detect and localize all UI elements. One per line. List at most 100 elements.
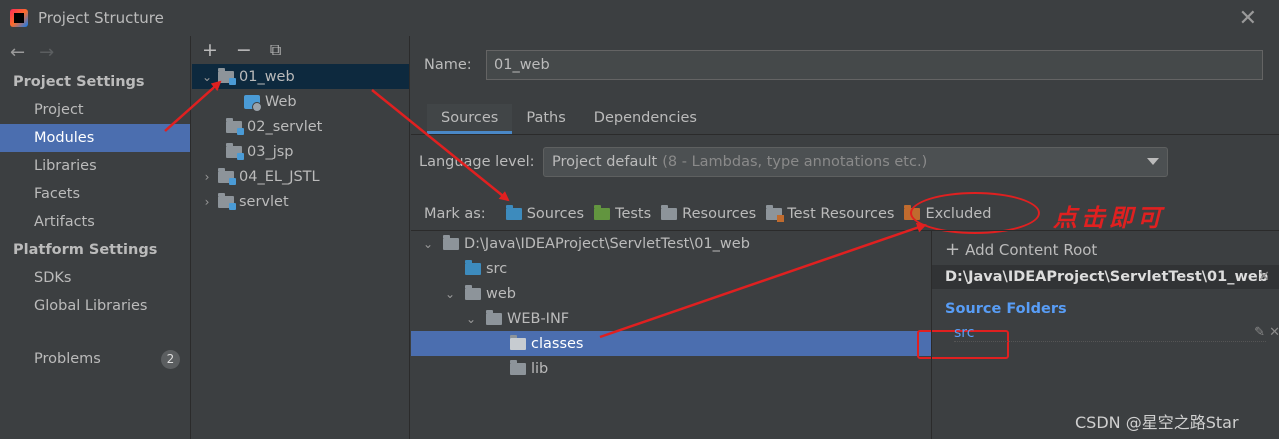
mark-excluded-label: Excluded	[925, 206, 992, 222]
tree-row-src[interactable]: src	[411, 256, 931, 281]
web-facet-icon	[244, 94, 262, 112]
module-details-panel: Name: 01_web Sources Paths Dependencies …	[411, 36, 1279, 439]
tree-row-classes[interactable]: classes	[411, 331, 931, 356]
copy-module-button[interactable]: ⧉	[270, 40, 281, 60]
annotation-text: 点击即可	[1053, 203, 1165, 232]
language-level-value: Project default	[552, 154, 658, 170]
tabs-divider	[411, 134, 1279, 135]
tree-row-servlet[interactable]: › servlet	[192, 189, 409, 214]
tree-row-label: src	[486, 260, 508, 277]
module-folder-icon	[218, 167, 236, 185]
tree-row-content-root[interactable]: ⌄ D:\Java\IDEAProject\ServletTest\01_web	[411, 231, 931, 256]
tab-paths[interactable]: Paths	[512, 104, 579, 134]
tree-row-01-web[interactable]: ⌄ 01_web	[192, 64, 409, 89]
folder-icon	[443, 234, 459, 250]
folder-icon	[510, 359, 526, 375]
watermark: CSDN @星空之路Star	[1075, 413, 1239, 432]
nav-section-platform-settings: Platform Settings	[13, 242, 158, 258]
nav-item-libraries[interactable]: Libraries	[0, 152, 190, 180]
source-folder-label: src	[954, 325, 975, 341]
tree-row-lib[interactable]: lib	[411, 356, 931, 381]
problems-label: Problems	[34, 351, 101, 367]
window-title: Project Structure	[38, 9, 164, 27]
chevron-down-icon[interactable]: ⌄	[443, 287, 457, 301]
settings-nav: ← → Project Settings Project Modules Lib…	[0, 36, 191, 439]
chevron-down-icon[interactable]: ⌄	[464, 312, 478, 326]
tree-row-label: Web	[265, 93, 297, 110]
remove-module-button[interactable]: −	[236, 39, 252, 61]
tree-row-web[interactable]: ⌄ web	[411, 281, 931, 306]
mark-as-label: Mark as:	[424, 206, 486, 222]
language-level-label: Language level:	[419, 154, 535, 170]
nav-history: ← →	[0, 36, 190, 68]
chevron-down-icon[interactable]: ⌄	[200, 70, 214, 84]
nav-item-project[interactable]: Project	[0, 96, 190, 124]
nav-item-global-libraries[interactable]: Global Libraries	[0, 292, 190, 320]
mark-test-resources-button[interactable]: Test Resources	[766, 205, 895, 222]
tree-row-04-el-jstl[interactable]: › 04_EL_JSTL	[192, 164, 409, 189]
nav-item-modules[interactable]: Modules	[0, 124, 190, 152]
tab-sources[interactable]: Sources	[427, 104, 513, 134]
mark-excluded-button[interactable]: Excluded	[904, 205, 992, 222]
mark-sources-label: Sources	[526, 206, 585, 222]
content-root-path: D:\Java\IDEAProject\ServletTest\01_web	[945, 269, 1269, 285]
mark-resources-button[interactable]: Resources	[661, 205, 756, 222]
module-folder-icon	[226, 142, 244, 160]
add-module-button[interactable]: +	[202, 39, 218, 61]
add-content-root-button[interactable]: + Add Content Root	[945, 239, 1097, 260]
back-arrow-icon[interactable]: ←	[10, 42, 25, 63]
content-root-header: D:\Java\IDEAProject\ServletTest\01_web ✕	[932, 265, 1279, 289]
tree-row-label: 02_servlet	[247, 118, 323, 135]
sources-folder-icon	[465, 259, 481, 275]
sources-folder-icon	[505, 205, 522, 220]
tree-row-label: WEB-INF	[507, 310, 570, 327]
nav-item-artifacts[interactable]: Artifacts	[0, 208, 190, 236]
tree-row-label: 04_EL_JSTL	[239, 168, 320, 185]
module-folder-icon	[218, 192, 236, 210]
close-icon[interactable]: ✕	[1239, 6, 1257, 31]
chevron-right-icon[interactable]: ›	[200, 170, 214, 184]
module-folder-icon	[218, 67, 236, 85]
forward-arrow-icon[interactable]: →	[39, 42, 54, 63]
module-folder-icon	[226, 117, 244, 135]
dropdown-arrow-icon[interactable]	[1147, 158, 1159, 165]
content-root-tree: ⌄ D:\Java\IDEAProject\ServletTest\01_web…	[411, 231, 931, 439]
chevron-down-icon[interactable]: ⌄	[421, 237, 435, 251]
intellij-logo-icon	[10, 9, 28, 27]
content-root-panel: + Add Content Root D:\Java\IDEAProject\Se…	[931, 231, 1279, 439]
language-level-select[interactable]: Project default (8 - Lambdas, type annot…	[543, 147, 1168, 177]
module-name-input[interactable]: 01_web	[486, 50, 1263, 80]
tree-row-label: 01_web	[239, 68, 295, 85]
tree-row-web-facet[interactable]: Web	[192, 89, 409, 114]
mark-tests-label: Tests	[615, 206, 652, 222]
plus-icon: +	[945, 239, 961, 260]
problems-count-badge: 2	[161, 350, 180, 369]
remove-root-icon[interactable]: ✕	[1258, 265, 1270, 289]
mark-sources-button[interactable]: Sources	[505, 205, 585, 222]
chevron-right-icon[interactable]: ›	[200, 195, 214, 209]
modules-tree-panel: + − ⧉ ⌄ 01_web Web 02_servlet 03_jsp › 0…	[192, 36, 410, 439]
folder-icon	[465, 284, 481, 300]
nav-item-facets[interactable]: Facets	[0, 180, 190, 208]
tree-row-02-servlet[interactable]: 02_servlet	[192, 114, 409, 139]
add-content-root-label: Add Content Root	[965, 241, 1098, 259]
mark-tests-button[interactable]: Tests	[594, 205, 652, 222]
tree-row-03-jsp[interactable]: 03_jsp	[192, 139, 409, 164]
title-bar: Project Structure ✕	[0, 0, 1279, 36]
folder-icon	[510, 334, 526, 350]
language-level-row: Language level: Project default (8 - Lam…	[419, 147, 1168, 177]
edit-remove-icons[interactable]: ✎ ✕	[1254, 325, 1279, 340]
mark-as-toolbar: Mark as: Sources Tests Resources Test Re…	[424, 202, 1001, 226]
nav-item-sdks[interactable]: SDKs	[0, 264, 190, 292]
tree-row-label: lib	[531, 360, 549, 377]
tree-row-label: web	[486, 285, 516, 302]
tree-row-label: servlet	[239, 193, 289, 210]
nav-item-problems[interactable]: Problems 2	[0, 345, 190, 373]
tab-dependencies[interactable]: Dependencies	[580, 104, 711, 134]
tree-row-label: D:\Java\IDEAProject\ServletTest\01_web	[464, 235, 750, 252]
tests-folder-icon	[594, 205, 611, 220]
tree-row-web-inf[interactable]: ⌄ WEB-INF	[411, 306, 931, 331]
mark-test-resources-label: Test Resources	[787, 206, 895, 222]
source-folder-entry[interactable]: src ✎ ✕	[954, 325, 1279, 342]
language-level-hint: (8 - Lambdas, type annotations etc.)	[662, 154, 928, 170]
